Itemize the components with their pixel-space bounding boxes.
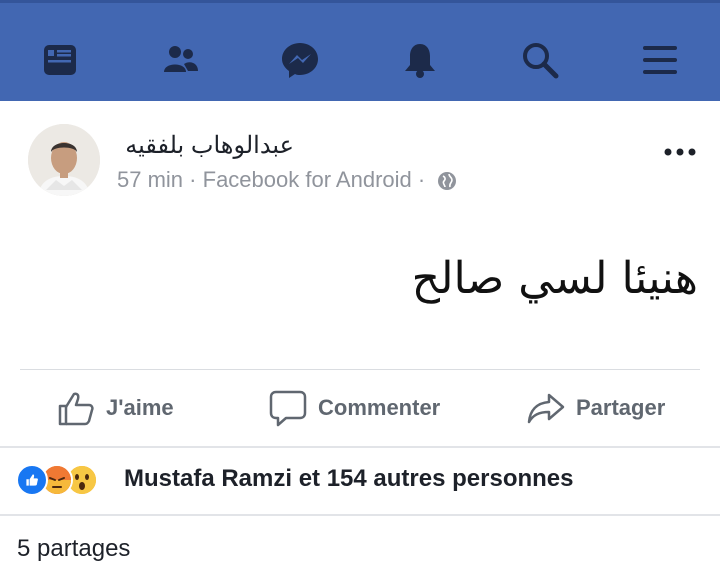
friends-icon[interactable] bbox=[158, 38, 202, 82]
news-feed-icon[interactable] bbox=[38, 38, 82, 82]
like-label: J'aime bbox=[106, 395, 174, 420]
comment-icon bbox=[269, 390, 307, 427]
comment-label: Commenter bbox=[318, 395, 441, 420]
share-arrow-icon bbox=[527, 393, 565, 424]
like-reaction-icon bbox=[16, 464, 48, 496]
share-button[interactable]: Partager bbox=[526, 382, 665, 434]
thumbs-up-icon bbox=[58, 392, 94, 426]
divider bbox=[20, 369, 700, 370]
post-author-name[interactable]: عبدالوهاب بلفقيه bbox=[114, 131, 294, 160]
like-button[interactable]: J'aime bbox=[56, 382, 174, 434]
divider bbox=[0, 514, 720, 516]
author-avatar[interactable] bbox=[28, 124, 100, 196]
menu-icon[interactable] bbox=[638, 38, 682, 82]
comment-button[interactable]: Commenter bbox=[268, 382, 440, 434]
post-text: هنيئا لسي صالح bbox=[411, 253, 698, 304]
top-navigation-bar bbox=[0, 0, 720, 101]
reaction-icons[interactable] bbox=[16, 464, 98, 496]
post-source: Facebook for Android bbox=[202, 167, 412, 192]
reactions-summary[interactable]: Mustafa Ramzi et 154 autres personnes bbox=[124, 465, 574, 493]
messenger-icon[interactable] bbox=[278, 38, 322, 82]
more-options-icon[interactable] bbox=[660, 140, 700, 164]
share-label: Partager bbox=[576, 395, 666, 420]
meta-separator: · bbox=[189, 167, 197, 192]
notifications-icon[interactable] bbox=[398, 38, 442, 82]
divider bbox=[0, 446, 720, 448]
search-icon[interactable] bbox=[518, 38, 562, 82]
post-time[interactable]: 57 min bbox=[117, 167, 183, 192]
post-meta: 57 min · Facebook for Android · bbox=[117, 167, 457, 193]
shares-count[interactable]: 5 partages bbox=[17, 535, 130, 563]
globe-icon bbox=[437, 171, 457, 191]
meta-separator-2: · bbox=[417, 167, 426, 192]
